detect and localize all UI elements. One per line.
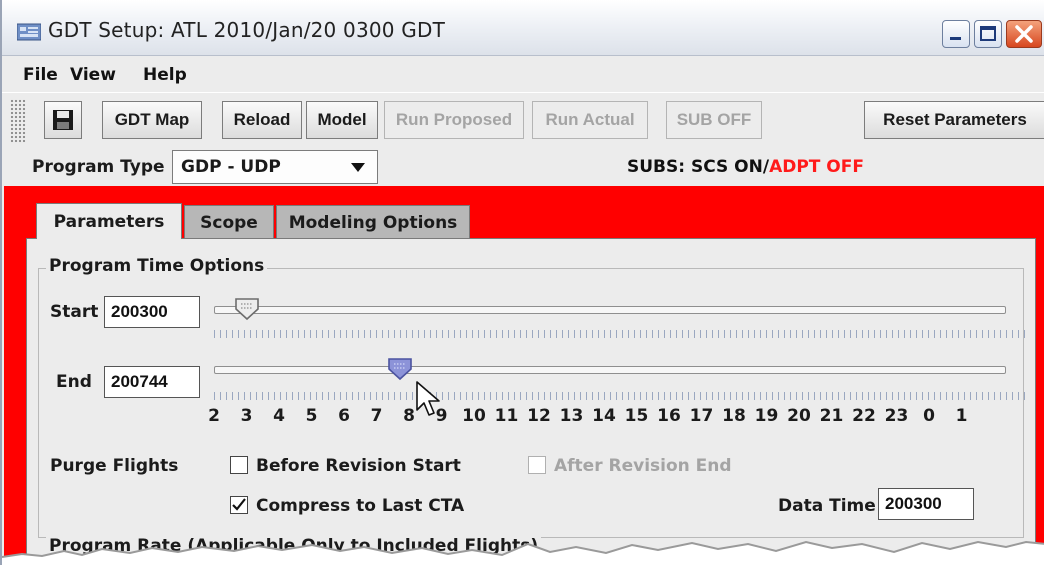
program-time-options-title: Program Time Options	[46, 256, 268, 276]
run-actual-button[interactable]: Run Actual	[532, 101, 648, 139]
end-slider-thumb[interactable]	[386, 357, 414, 381]
purge-flights-label: Purge Flights	[50, 456, 179, 476]
data-time-label: Data Time	[778, 496, 876, 516]
toolbar-grip-handle[interactable]	[10, 99, 26, 143]
tab-scope[interactable]: Scope	[184, 205, 274, 239]
hour-label: 6	[338, 406, 350, 426]
hour-label: 10	[462, 406, 486, 426]
subs-status: SUBS: SCS ON/ADPT OFF	[627, 157, 864, 177]
hour-label: 16	[657, 406, 681, 426]
title-bar: GDT Setup: ATL 2010/Jan/20 0300 GDT	[2, 0, 1044, 56]
tab-parameters[interactable]: Parameters	[36, 203, 182, 239]
hour-label: 23	[884, 406, 909, 426]
toolbar: GDT Map Reload Model Run Proposed Run Ac…	[2, 92, 1044, 146]
start-slider-track[interactable]	[214, 306, 1006, 314]
reload-button[interactable]: Reload	[222, 101, 302, 139]
program-type-row: Program Type GDP - UDP SUBS: SCS ON/ADPT…	[2, 146, 1044, 186]
start-label: Start	[50, 302, 99, 322]
start-slider-ticks	[214, 330, 1026, 338]
end-slider-ticks	[214, 392, 1026, 400]
hour-label: 15	[624, 406, 649, 426]
hour-label: 2	[208, 406, 220, 426]
minimize-icon	[950, 37, 961, 40]
program-type-select[interactable]: GDP - UDP	[172, 150, 378, 184]
maximize-button[interactable]	[974, 20, 1002, 48]
hour-label: 22	[852, 406, 876, 426]
floppy-disk-icon	[53, 110, 73, 130]
sub-off-button[interactable]: SUB OFF	[666, 101, 762, 139]
end-label: End	[56, 372, 92, 392]
hour-label: 14	[592, 406, 616, 426]
app-icon	[17, 23, 41, 41]
data-time-field[interactable]: 200300	[878, 488, 974, 520]
menu-bar: File View Help	[2, 56, 1044, 92]
program-type-value: GDP - UDP	[181, 157, 281, 177]
close-icon	[1015, 25, 1033, 43]
before-revision-start-label: Before Revision Start	[256, 456, 461, 476]
start-slider-thumb[interactable]	[233, 297, 261, 321]
hour-scale: 2 3 4 5 6 7 8 9 10 11 12 13 14 15 16 17 18 19 20 21 22 23 0 1	[2, 406, 1044, 428]
menu-file[interactable]: File	[23, 65, 58, 85]
mouse-cursor-icon	[416, 381, 440, 416]
model-button[interactable]: Model	[306, 101, 378, 139]
hour-label: 19	[754, 406, 779, 426]
end-slider-track[interactable]	[214, 366, 1006, 374]
hour-label: 4	[273, 406, 285, 426]
after-revision-end-checkbox[interactable]	[528, 456, 546, 474]
gdt-map-button[interactable]: GDT Map	[102, 101, 202, 139]
gdt-setup-window: GDT Setup: ATL 2010/Jan/20 0300 GDT File…	[0, 0, 1044, 565]
maximize-icon	[980, 26, 996, 41]
end-time-field[interactable]: 200744	[104, 366, 200, 398]
hour-label: 20	[787, 406, 811, 426]
minimize-button[interactable]	[942, 20, 970, 48]
checkmark-icon	[232, 498, 246, 511]
hour-label: 5	[305, 406, 318, 426]
hour-label: 3	[240, 406, 253, 426]
chevron-down-icon	[351, 163, 365, 172]
hour-label: 13	[559, 406, 584, 426]
hour-label: 21	[819, 406, 844, 426]
start-time-field[interactable]: 200300	[104, 296, 200, 328]
run-proposed-button[interactable]: Run Proposed	[384, 101, 524, 139]
program-type-label: Program Type	[32, 157, 165, 177]
window-title: GDT Setup: ATL 2010/Jan/20 0300 GDT	[48, 18, 446, 42]
hour-label: 0	[923, 406, 935, 426]
hour-label: 18	[722, 406, 746, 426]
before-revision-start-checkbox[interactable]	[230, 456, 248, 474]
hour-label: 1	[955, 406, 968, 426]
hour-label: 12	[527, 406, 551, 426]
torn-paper-edge	[2, 540, 1044, 565]
hour-label: 7	[370, 406, 383, 426]
hour-label: 17	[689, 406, 714, 426]
after-revision-end-label: After Revision End	[554, 456, 732, 476]
compress-to-last-cta-label: Compress to Last CTA	[256, 496, 465, 516]
compress-to-last-cta-checkbox[interactable]	[230, 496, 248, 514]
menu-view[interactable]: View	[70, 65, 116, 85]
tab-modeling-options[interactable]: Modeling Options	[276, 205, 470, 239]
menu-help[interactable]: Help	[143, 65, 187, 85]
close-button[interactable]	[1006, 20, 1042, 48]
subs-adpt-status: ADPT OFF	[769, 157, 864, 177]
reset-parameters-button[interactable]: Reset Parameters	[864, 101, 1044, 139]
save-button[interactable]	[44, 101, 82, 139]
subs-scs-status: SUBS: SCS ON/	[627, 157, 770, 177]
hour-label: 11	[494, 406, 519, 426]
